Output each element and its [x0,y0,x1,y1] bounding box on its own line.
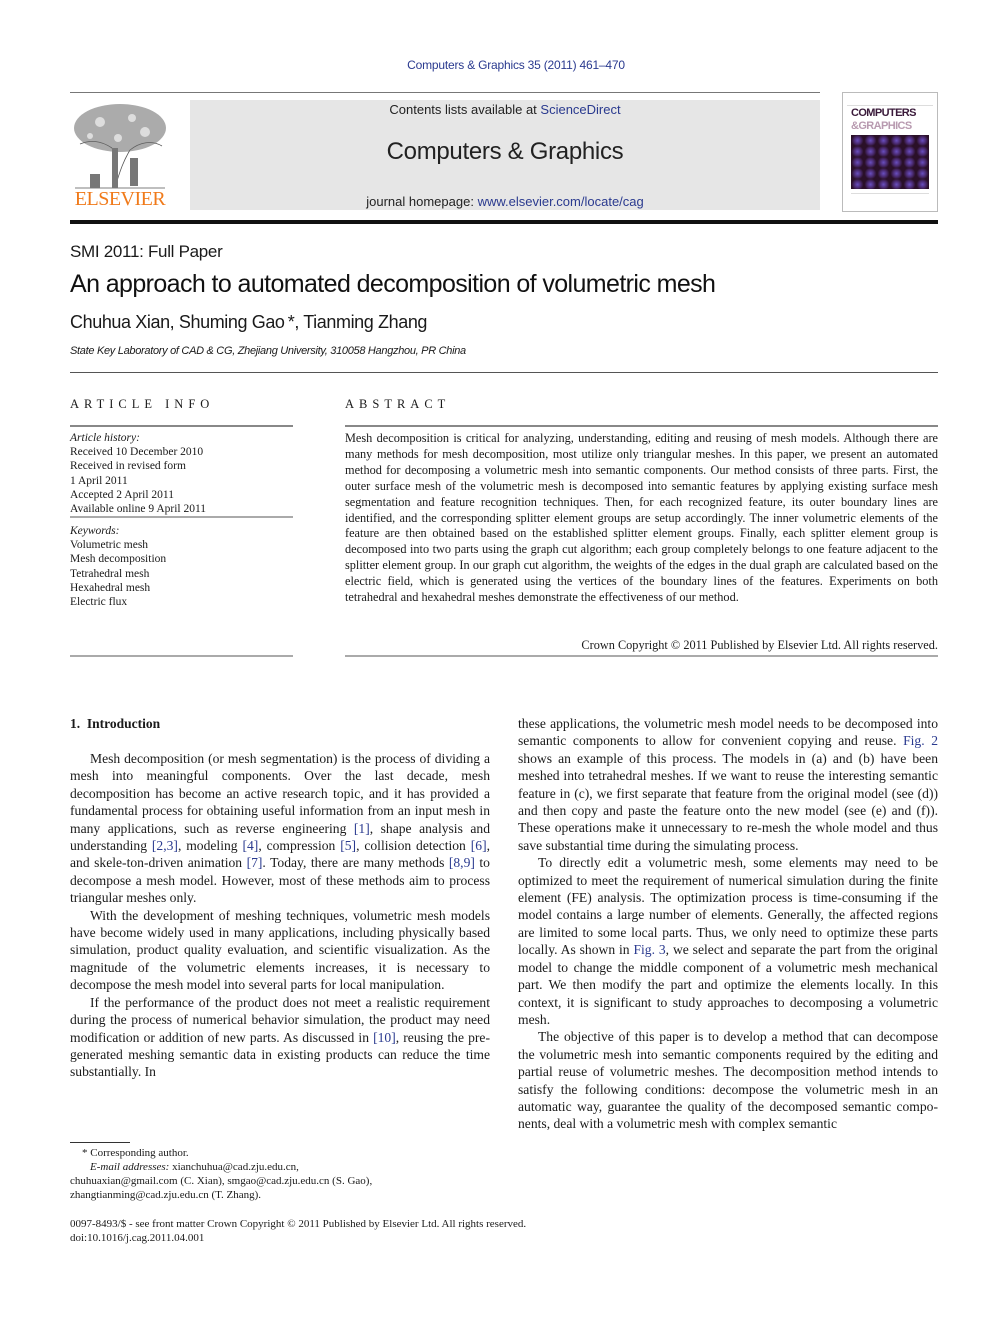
journal-banner: Contents lists available at ScienceDirec… [190,100,820,210]
abstract-rule [345,425,938,427]
cover-header [847,97,933,106]
article-history: Article history: Received 10 December 20… [70,431,293,516]
article-info-rule [70,425,293,427]
keyword-item: Electric flux [70,596,128,609]
cover-image [851,135,929,189]
elsevier-wordmark: ELSEVIER [74,188,166,210]
history-item: 1 April 2011 [70,474,128,487]
article-history-rule [70,516,293,518]
paragraph: these applications, the volumetric mesh … [518,716,938,853]
footnote: * Corresponding author. E-mail addresses… [70,1146,500,1202]
header-thick-rule [70,220,938,224]
keywords-label: Keywords: [70,525,120,537]
corresponding-author-note: * Corresponding author. [82,1147,189,1159]
elsevier-logo[interactable]: ELSEVIER [70,100,170,212]
figure-link[interactable]: Fig. 2 [903,733,938,748]
paragraph: If the performance of the product does n… [70,994,490,1080]
header-rule [70,92,820,93]
sciencedirect-link[interactable]: ScienceDirect [540,102,620,117]
doi-link[interactable]: doi:10.1016/j.cag.2011.04.001 [70,1231,526,1245]
paragraph: The objective of this paper is to develo… [518,1029,938,1132]
history-item: Accepted 2 April 2011 [70,488,175,501]
issn-line: 0097-8493/$ - see front matter Crown Cop… [70,1218,527,1230]
keyword-item: Tetrahedral mesh [70,567,150,580]
figure-link[interactable]: Fig. 3 [633,942,665,957]
reference-link[interactable]: [10] [373,1030,396,1045]
footnote-rule [70,1142,130,1143]
history-item: Received in revised form [70,460,186,473]
paragraph: To directly edit a volumetric mesh, some… [518,855,938,1027]
body-column-right: these applications, the volumetric mesh … [518,715,938,1133]
reference-link[interactable]: [6] [471,838,487,853]
journal-title: Computers & Graphics [386,138,624,165]
email-line[interactable]: zhangtianming@cad.zju.edu.cn (T. Zhang). [70,1188,500,1202]
reference-link[interactable]: [4] [242,838,258,853]
cover-footer [851,193,929,206]
cover-title-line1: COMPUTERS [851,107,916,119]
title-rule [70,372,938,373]
keywords: Keywords: Volumetric mesh Mesh decomposi… [70,524,293,609]
article-authors: Chuhua Xian, Shuming Gao *, Tianming Zha… [70,312,428,332]
cover-title-line2: &GRAPHICS [851,120,912,132]
history-item: Available online 9 April 2011 [70,503,207,516]
paragraph: With the development of meshing techniqu… [70,907,490,993]
reference-link[interactable]: [8,9] [449,855,475,870]
history-item: Received 10 December 2010 [70,446,204,459]
body-column-left: Mesh decomposition (or mesh segmentation… [70,750,490,1081]
journal-citation-link[interactable]: Computers & Graphics 35 (2011) 461–470 [0,58,992,72]
article-info-bottom-rule [70,655,293,657]
journal-cover-thumbnail[interactable]: COMPUTERS &GRAPHICS [842,92,938,212]
reference-link[interactable]: [1] [354,821,370,836]
front-matter: 0097-8493/$ - see front matter Crown Cop… [70,1217,526,1245]
email-line[interactable]: chuhuaxian@gmail.com (C. Xian), smgao@ca… [70,1174,500,1188]
introduction-heading: 1. Introduction [70,716,161,731]
abstract-bottom-rule [345,655,938,657]
abstract-heading: ABSTRACT [345,397,451,411]
journal-homepage-link[interactable]: www.elsevier.com/locate/cag [478,194,644,209]
keyword-item: Mesh decomposition [70,553,167,566]
keyword-item: Hexahedral mesh [70,581,151,594]
abstract-copyright: Crown Copyright © 2011 Published by Else… [581,638,938,652]
abstract-text: Mesh decomposition is critical for analy… [345,431,938,605]
reference-link[interactable]: [5] [340,838,356,853]
email-line: E-mail addresses: xianchuhua@cad.zju.edu… [90,1161,299,1173]
paragraph: Mesh decomposition (or mesh segmentation… [70,751,491,906]
journal-homepage: journal homepage: www.elsevier.com/locat… [366,194,644,209]
reference-link[interactable]: [2,3] [152,838,178,853]
author-affiliation: State Key Laboratory of CAD & CG, Zhejia… [70,345,466,357]
keyword-item: Volumetric mesh [70,539,149,552]
article-type: SMI 2011: Full Paper [70,242,223,261]
article-history-label: Article history: [70,432,140,444]
reference-link[interactable]: [7] [247,855,263,870]
elsevier-tree-icon [74,104,166,189]
article-title: An approach to automated decomposition o… [70,270,716,298]
article-info-heading: ARTICLE INFO [70,397,215,411]
contents-availability: Contents lists available at ScienceDirec… [389,102,621,117]
